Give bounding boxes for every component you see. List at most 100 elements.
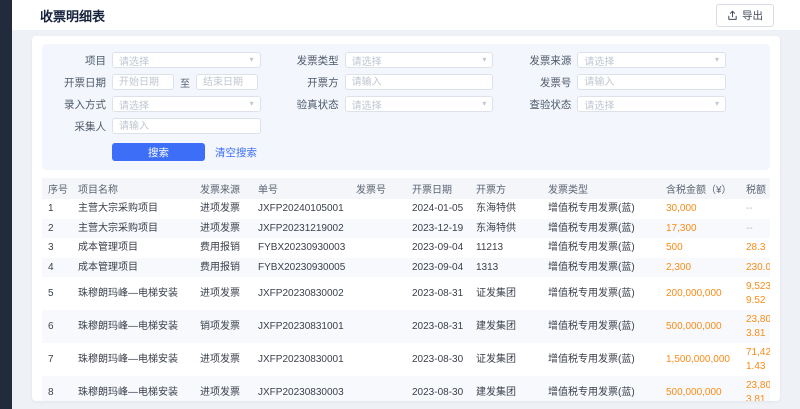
filter-invoice-no-label: 发票号: [519, 75, 571, 90]
sidebar-collapsed-strip: [0, 0, 12, 409]
cell-type: 增值税专用发票(蓝): [542, 310, 660, 343]
cell-type: 增值税专用发票(蓝): [542, 199, 660, 219]
cell-date: 2023-09-04: [406, 258, 470, 278]
column-header: 税额（¥）: [740, 178, 770, 199]
cell-source: 进项发票: [194, 199, 252, 219]
filter-check-status-label: 查验状态: [519, 97, 571, 112]
date-range-separator: 至: [180, 75, 190, 90]
filter-grid: 项目 请选择 ▾ 发票类型 请选择 ▾ 发票来源 请选: [54, 52, 726, 161]
cell-type: 增值税专用发票(蓝): [542, 238, 660, 258]
cell-project: 主营大宗采购项目: [72, 219, 194, 239]
entry-method-placeholder: 请选择: [119, 97, 149, 112]
cell-amount-incl: 30,000: [660, 199, 740, 219]
chevron-down-icon: ▾: [250, 56, 254, 64]
chevron-down-icon: ▾: [250, 100, 254, 108]
project-select-placeholder: 请选择: [119, 53, 149, 68]
export-icon: [727, 10, 738, 21]
check-status-select[interactable]: 请选择 ▾: [577, 96, 726, 112]
cell-date: 2023-08-30: [406, 376, 470, 401]
cell-type: 增值税专用发票(蓝): [542, 277, 660, 310]
cell-amount-incl: 17,300: [660, 219, 740, 239]
filter-collector-label: 采集人: [54, 119, 106, 134]
chevron-down-icon: ▾: [715, 56, 719, 64]
cell-tax: 230.09: [740, 258, 770, 278]
cell-type: 增值税专用发票(蓝): [542, 343, 660, 376]
collector-input[interactable]: [112, 118, 261, 134]
invoice-source-select[interactable]: 请选择 ▾: [577, 52, 726, 68]
cell-date: 2023-08-31: [406, 277, 470, 310]
cell-invoice-no: [350, 238, 406, 258]
table-row: 7珠穆朗玛峰—电梯安装进项发票JXFP202308300012023-08-30…: [42, 343, 770, 376]
cell-invoice-no: [350, 258, 406, 278]
filter-project: 项目 请选择 ▾: [54, 52, 261, 68]
cell-source: 进项发票: [194, 219, 252, 239]
table-header-row: 序号项目名称发票来源单号发票号开票日期开票方发票类型含税金额（¥）税额（¥）不含…: [42, 178, 770, 199]
filter-entry-method: 录入方式 请选择 ▾: [54, 96, 261, 112]
cell-invoice-no: [350, 277, 406, 310]
check-status-placeholder: 请选择: [584, 97, 614, 112]
filter-verify-status: 验真状态 请选择 ▾: [287, 96, 494, 112]
cell-project: 珠穆朗玛峰—电梯安装: [72, 310, 194, 343]
verify-status-placeholder: 请选择: [352, 97, 382, 112]
cell-invoice-no: [350, 376, 406, 401]
filter-invoice-date-label: 开票日期: [54, 75, 106, 90]
filter-invoice-date: 开票日期 至: [54, 74, 261, 90]
verify-status-select[interactable]: 请选择 ▾: [345, 96, 494, 112]
cell-order-no: FYBX20230930003: [252, 238, 350, 258]
cell-seq: 7: [42, 343, 72, 376]
cell-amount-incl: 500: [660, 238, 740, 258]
cell-source: 进项发票: [194, 277, 252, 310]
invoice-type-select[interactable]: 请选择 ▾: [345, 52, 494, 68]
cell-amount-incl: 1,500,000,000: [660, 343, 740, 376]
cell-order-no: JXFP20230830001: [252, 343, 350, 376]
column-header: 开票日期: [406, 178, 470, 199]
export-button[interactable]: 导出: [716, 4, 774, 27]
table-row: 8珠穆朗玛峰—电梯安装进项发票JXFP202308300032023-08-30…: [42, 376, 770, 401]
cell-seq: 3: [42, 238, 72, 258]
cell-project: 成本管理项目: [72, 258, 194, 278]
filter-issuer-label: 开票方: [287, 75, 339, 90]
cell-tax: 71,428,571.43: [740, 343, 770, 376]
cell-date: 2023-08-31: [406, 310, 470, 343]
search-button[interactable]: 搜索: [112, 143, 205, 161]
column-header: 发票号: [350, 178, 406, 199]
table-row: 4成本管理项目费用报销FYBX202309300052023-09-041313…: [42, 258, 770, 278]
cell-tax: --: [740, 219, 770, 239]
cell-date: 2023-08-30: [406, 343, 470, 376]
page-title: 收票明细表: [40, 6, 105, 25]
cell-issuer: 东海特供: [470, 219, 542, 239]
project-select[interactable]: 请选择 ▾: [112, 52, 261, 68]
entry-method-select[interactable]: 请选择 ▾: [112, 96, 261, 112]
cell-issuer: 建发集团: [470, 310, 542, 343]
cell-seq: 6: [42, 310, 72, 343]
filter-issuer: 开票方: [287, 74, 494, 90]
filter-invoice-source: 发票来源 请选择 ▾: [519, 52, 726, 68]
cell-date: 2024-01-05: [406, 199, 470, 219]
main-card: 项目 请选择 ▾ 发票类型 请选择 ▾ 发票来源 请选: [32, 36, 780, 401]
cell-project: 主营大宗采购项目: [72, 199, 194, 219]
clear-search-button[interactable]: 清空搜索: [215, 145, 257, 160]
export-label: 导出: [742, 8, 763, 23]
cell-tax: --: [740, 199, 770, 219]
cell-seq: 1: [42, 199, 72, 219]
end-date-input[interactable]: [196, 74, 258, 90]
cell-seq: 4: [42, 258, 72, 278]
cell-invoice-no: [350, 310, 406, 343]
issuer-input[interactable]: [345, 74, 494, 90]
filter-invoice-type-label: 发票类型: [287, 53, 339, 68]
cell-seq: 2: [42, 219, 72, 239]
chevron-down-icon: ▾: [715, 100, 719, 108]
start-date-input[interactable]: [112, 74, 174, 90]
cell-order-no: FYBX20230930005: [252, 258, 350, 278]
filter-entry-method-label: 录入方式: [54, 97, 106, 112]
cell-project: 珠穆朗玛峰—电梯安装: [72, 343, 194, 376]
filter-invoice-source-label: 发票来源: [519, 53, 571, 68]
invoice-no-input[interactable]: [577, 74, 726, 90]
cell-issuer: 证发集团: [470, 343, 542, 376]
cell-tax: 28.3: [740, 238, 770, 258]
cell-amount-incl: 2,300: [660, 258, 740, 278]
cell-order-no: JXFP20230830002: [252, 277, 350, 310]
chevron-down-icon: ▾: [482, 100, 486, 108]
cell-issuer: 东海特供: [470, 199, 542, 219]
table-row: 2主营大宗采购项目进项发票JXFP202312190022023-12-19东海…: [42, 219, 770, 239]
